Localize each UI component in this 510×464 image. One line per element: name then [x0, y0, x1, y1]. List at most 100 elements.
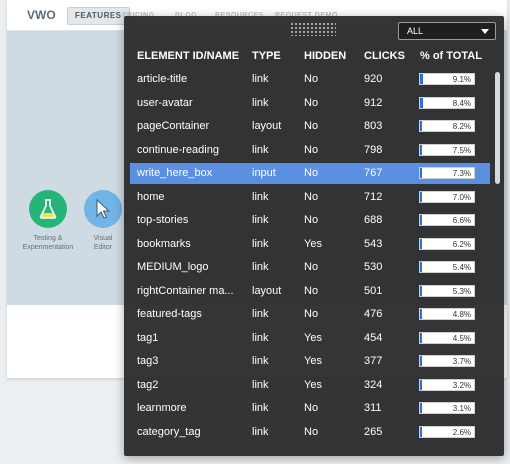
header-hidden[interactable]: HIDDEN [304, 50, 346, 62]
table-row[interactable]: rightContainer ma... layout No 501 5.3% [130, 281, 490, 302]
header-clicks[interactable]: CLICKS [364, 50, 405, 62]
cell-element-id: tag3 [137, 355, 159, 367]
cell-clicks: 803 [364, 120, 383, 132]
cell-hidden: No [304, 96, 319, 109]
percent-value: 2.6% [452, 427, 471, 437]
table-row[interactable]: featured-tags link No 476 4.8% [130, 304, 490, 325]
cell-hidden: No [304, 308, 319, 320]
percent-bar: 7.5% [419, 143, 475, 156]
cell-clicks: 543 [364, 237, 383, 250]
heatmap-elements-panel: ALL ELEMENT ID/NAME TYPE HIDDEN CLICKS %… [124, 16, 504, 456]
cell-hidden: Yes [304, 355, 322, 367]
percent-value: 7.0% [452, 192, 471, 202]
table-row[interactable]: tag3 link Yes 377 3.7% [130, 351, 490, 372]
percent-bar: 4.8% [419, 308, 475, 320]
nav-features[interactable]: FEATURES [67, 7, 130, 25]
cell-hidden: No [304, 402, 319, 414]
cell-element-id: rightContainer ma... [137, 284, 234, 297]
header-percent[interactable]: % of TOTAL [420, 50, 482, 62]
cell-type: link [252, 355, 269, 367]
cell-type: link [252, 308, 269, 320]
cell-type: link [252, 402, 269, 414]
cell-clicks: 920 [364, 73, 383, 85]
cell-type: layout [252, 120, 282, 132]
percent-value: 3.2% [452, 380, 471, 390]
cell-clicks: 454 [364, 331, 383, 344]
cell-element-id: category_tag [137, 425, 201, 438]
cell-element-id: continue-reading [137, 143, 219, 156]
cell-element-id: article-title [137, 73, 188, 85]
table-row[interactable]: tag2 link Yes 324 3.2% [130, 375, 490, 396]
cell-clicks: 912 [364, 96, 383, 109]
filter-select[interactable]: ALL [398, 22, 496, 40]
cell-element-id: pageContainer [137, 120, 210, 132]
cell-type: link [252, 378, 269, 391]
table-row[interactable]: tag1 link Yes 454 4.5% [130, 328, 490, 349]
table-row[interactable]: write_here_box input No 767 7.3% [130, 163, 490, 184]
table-header: ELEMENT ID/NAME TYPE HIDDEN CLICKS % of … [124, 50, 496, 68]
percent-bar-fill [420, 356, 422, 366]
table-row[interactable]: top-stories link No 688 6.6% [130, 210, 490, 231]
cell-type: link [252, 143, 269, 156]
cell-element-id: bookmarks [137, 237, 191, 250]
scrollbar-thumb[interactable] [495, 72, 500, 184]
percent-bar-fill [420, 215, 422, 225]
percent-bar-fill [420, 426, 422, 437]
cell-clicks: 530 [364, 261, 383, 273]
table-row[interactable]: bookmarks link Yes 543 6.2% [130, 234, 490, 255]
cell-type: input [252, 167, 276, 179]
cell-hidden: No [304, 167, 319, 179]
table-row[interactable]: category_tag link No 265 2.6% [130, 422, 490, 443]
cell-hidden: Yes [304, 237, 322, 250]
percent-value: 3.1% [452, 404, 471, 413]
chevron-down-icon [481, 29, 489, 34]
table-row[interactable]: continue-reading link No 798 7.5% [130, 140, 490, 161]
percent-value: 8.4% [452, 98, 471, 108]
cell-hidden: No [304, 73, 319, 85]
cell-hidden: Yes [304, 378, 322, 391]
cell-type: link [252, 237, 269, 250]
percent-value: 6.6% [452, 216, 471, 225]
cell-clicks: 501 [364, 284, 383, 297]
percent-bar-fill [420, 238, 422, 249]
percent-bar: 8.4% [419, 96, 475, 109]
cell-element-id: MEDIUM_logo [137, 261, 209, 273]
cell-hidden: No [304, 120, 319, 132]
table-row[interactable]: learnmore link No 311 3.1% [130, 398, 490, 419]
percent-bar-fill [420, 168, 423, 178]
percent-bar: 7.0% [419, 190, 475, 203]
header-type[interactable]: TYPE [252, 50, 281, 62]
percent-bar: 2.6% [419, 425, 475, 438]
percent-bar: 3.1% [419, 402, 475, 414]
percent-bar: 5.4% [419, 261, 475, 273]
flask-icon [29, 190, 67, 228]
percent-bar-fill [420, 97, 423, 108]
cell-type: link [252, 331, 269, 344]
drag-handle[interactable] [290, 22, 336, 36]
table-row[interactable]: MEDIUM_logo link No 530 5.4% [130, 257, 490, 278]
cell-hidden: No [304, 425, 319, 438]
percent-bar-fill [420, 403, 422, 413]
percent-bar-fill [420, 285, 422, 296]
cell-hidden: No [304, 190, 319, 203]
table-row[interactable]: user-avatar link No 912 8.4% [130, 93, 490, 114]
table-row[interactable]: article-title link No 920 9.1% [130, 69, 490, 90]
percent-value: 6.2% [452, 239, 471, 249]
percent-bar: 6.6% [419, 214, 475, 226]
cell-type: link [252, 73, 269, 85]
percent-bar-fill [420, 309, 422, 319]
cell-element-id: write_here_box [137, 167, 213, 179]
percent-bar-fill [420, 191, 423, 202]
header-element-id[interactable]: ELEMENT ID/NAME [137, 50, 239, 62]
percent-bar: 9.1% [419, 73, 475, 85]
percent-value: 8.2% [452, 122, 471, 131]
cell-element-id: featured-tags [137, 308, 202, 320]
percent-bar-fill [420, 379, 422, 390]
percent-bar: 6.2% [419, 237, 475, 250]
cell-element-id: top-stories [137, 214, 189, 226]
table-row[interactable]: pageContainer layout No 803 8.2% [130, 116, 490, 137]
percent-bar: 4.5% [419, 331, 475, 344]
percent-value: 5.3% [452, 286, 471, 296]
table-row[interactable]: home link No 712 7.0% [130, 187, 490, 208]
percent-value: 7.3% [452, 169, 471, 178]
